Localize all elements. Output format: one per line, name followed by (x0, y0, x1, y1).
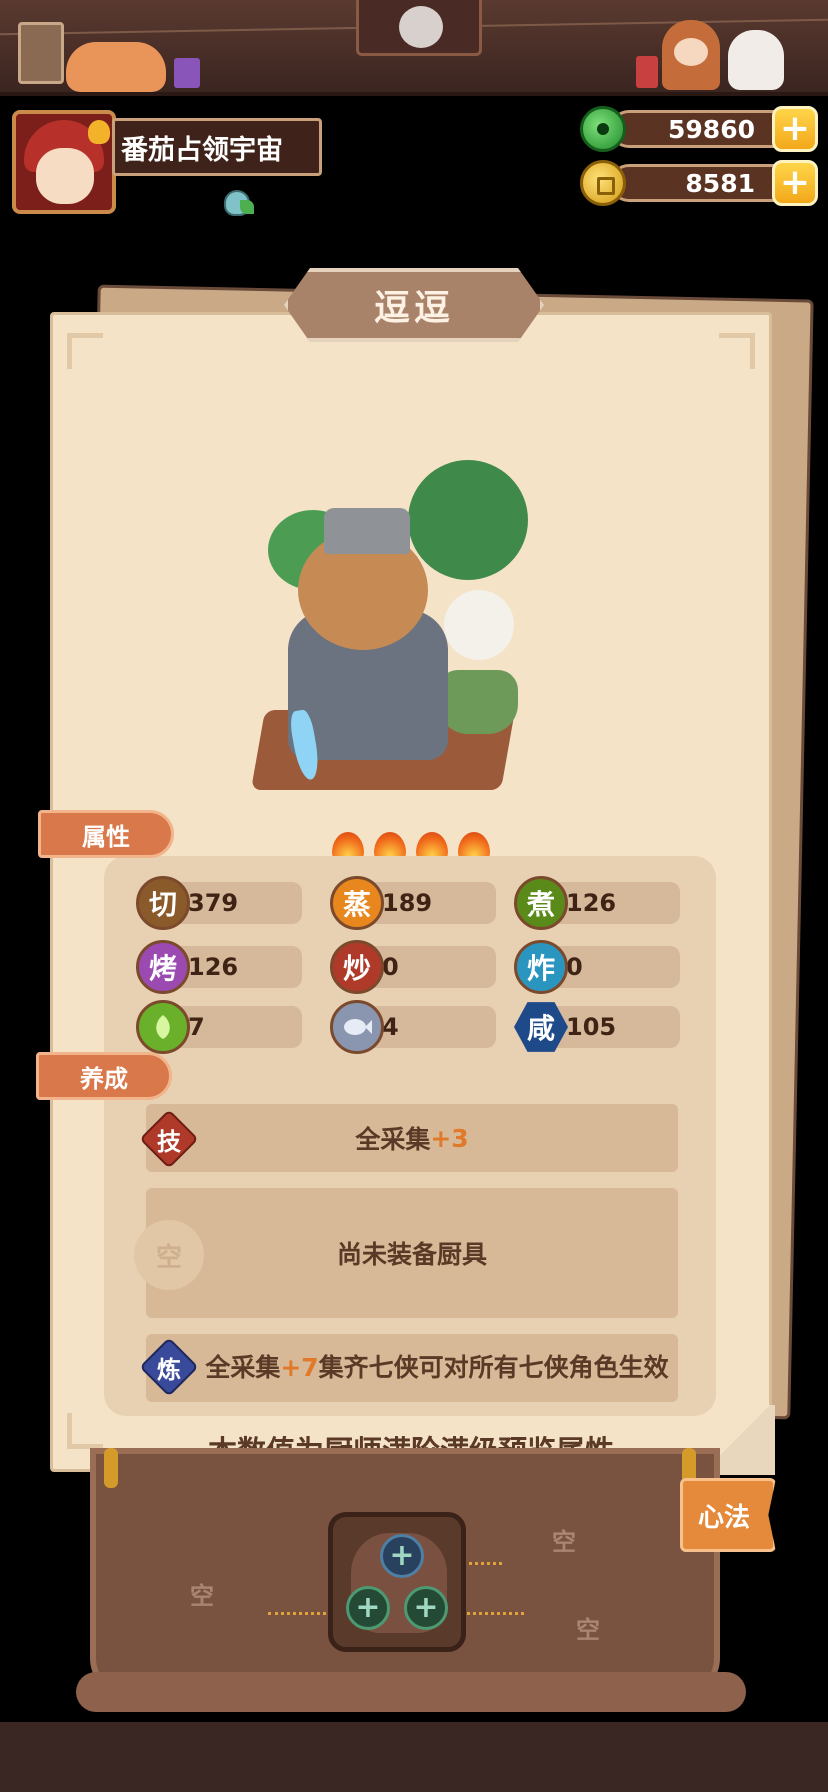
paw-frame-icon (18, 22, 64, 84)
zha-icon: 炸 (514, 940, 568, 994)
equipment-text: 尚未装备厨具 (336, 1240, 487, 1269)
empty-slot-bottom-right[interactable]: 空 (576, 1610, 600, 1645)
chef-illustration[interactable] (228, 460, 548, 820)
attributes-tab: 属性 (38, 810, 174, 858)
skill-bonus: +3 (430, 1123, 469, 1153)
purple-cup-icon (174, 58, 200, 88)
player-name-plate[interactable]: 番茄占领宇宙 (112, 118, 322, 176)
xinfa-button[interactable]: 心法 (680, 1478, 776, 1552)
stat-qie: 379 切 (136, 876, 304, 930)
qie-icon: 切 (136, 876, 190, 930)
stat-zhu: 126 煮 (514, 876, 682, 930)
chef-name-plate: 逗逗 (284, 268, 544, 342)
stat-zha: 0 炸 (514, 940, 682, 994)
player-name: 番茄占领宇宙 (121, 134, 283, 166)
raccoon-face-icon (399, 6, 443, 48)
empty-slot-top-right[interactable]: 空 (552, 1522, 576, 1557)
girl-character-icon (662, 20, 720, 90)
skill-text: 全采集 (355, 1125, 431, 1154)
stat-fish: 4 (330, 1000, 498, 1054)
fish-icon (330, 1000, 384, 1054)
socket-plus-icon[interactable]: + (380, 1534, 424, 1578)
stat-veg: 7 (136, 1000, 304, 1054)
cultivation-tab: 养成 (36, 1052, 172, 1100)
jade-icon (580, 106, 626, 152)
refine-text: 全采集+7集齐七侠可对所有七侠角色生效 (205, 1352, 669, 1382)
skill-row[interactable]: 全采集 +3 (146, 1104, 678, 1172)
bronze-pot-icon (438, 670, 518, 734)
center-portrait-frame (356, 0, 482, 56)
stat-zheng: 189 蒸 (330, 876, 498, 930)
add-jade-button[interactable]: + (772, 106, 818, 152)
bottom-strip (0, 1722, 828, 1792)
shell-badge-icon[interactable] (220, 188, 256, 218)
red-cup-icon (636, 56, 658, 88)
refine-row[interactable]: 全采集+7集齐七侠可对所有七侠角色生效 (146, 1334, 678, 1402)
player-avatar[interactable] (12, 110, 116, 214)
orange-cat-icon (66, 42, 166, 92)
empty-equipment-slot[interactable]: 空 (134, 1220, 204, 1290)
equipment-row[interactable]: 尚未装备厨具 (146, 1188, 678, 1318)
zheng-icon: 蒸 (330, 876, 384, 930)
chef-name: 逗逗 (373, 288, 454, 329)
chao-icon: 炒 (330, 940, 384, 994)
empty-slot-left[interactable]: 空 (190, 1576, 214, 1611)
stat-xian: 105 咸 (514, 1000, 682, 1052)
socket-plus-icon[interactable]: + (346, 1586, 390, 1630)
coin-icon (580, 160, 626, 206)
add-coin-button[interactable]: + (772, 160, 818, 206)
stat-kao: 126 烤 (136, 940, 304, 994)
refine-badge: 炼 (139, 1337, 199, 1397)
vegetable-icon (136, 1000, 190, 1054)
stat-chao: 0 炒 (330, 940, 498, 994)
top-decoration-bar (0, 0, 828, 96)
currency-coin: 8581 + (580, 160, 820, 206)
flame-badge-icon (88, 120, 110, 144)
kao-icon: 烤 (136, 940, 190, 994)
currency-jade: 59860 + (580, 106, 820, 152)
skill-badge: 技 (139, 1109, 199, 1169)
fan-icon (444, 590, 514, 660)
white-cat-icon (728, 30, 784, 90)
heart-method-core-slot[interactable] (328, 1512, 466, 1652)
socket-plus-icon[interactable]: + (404, 1586, 448, 1630)
zhu-icon: 煮 (514, 876, 568, 930)
